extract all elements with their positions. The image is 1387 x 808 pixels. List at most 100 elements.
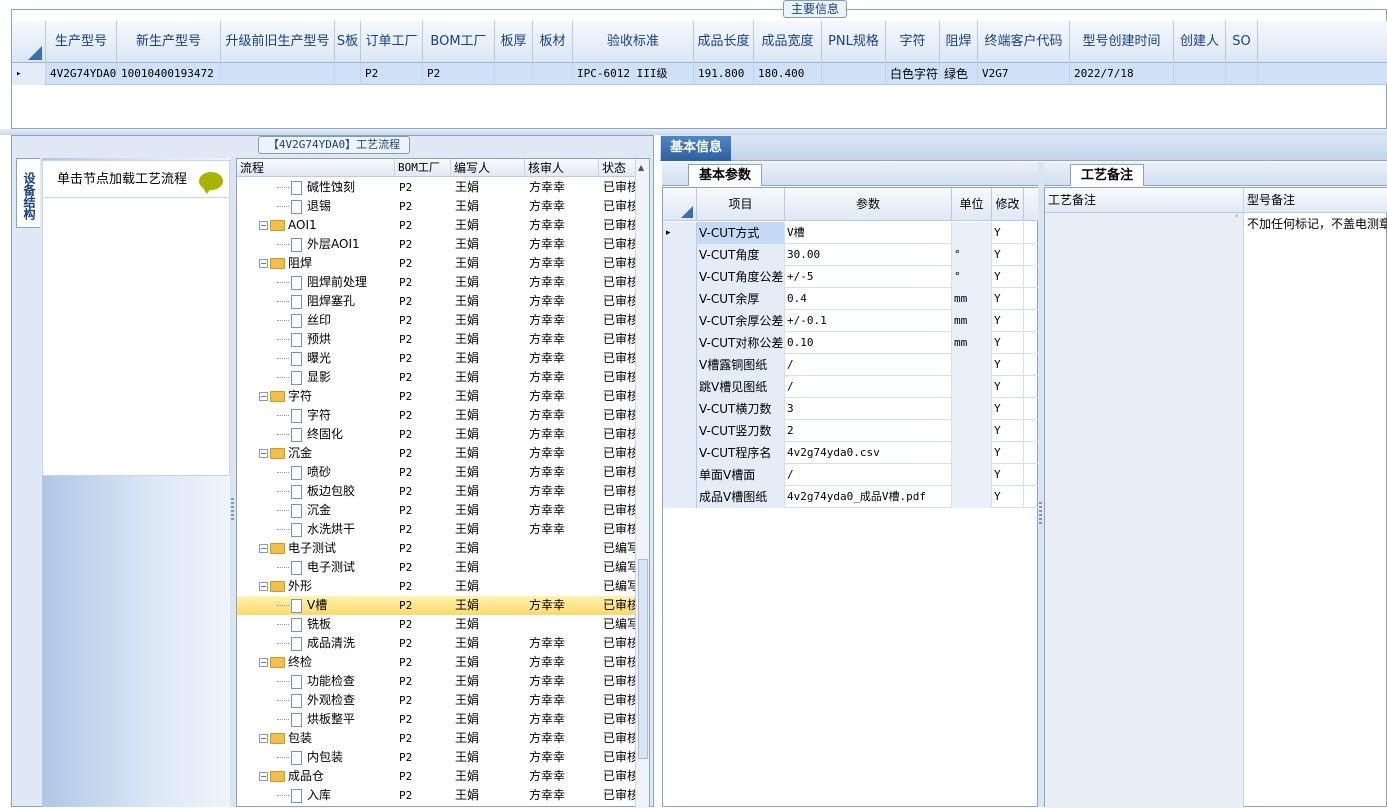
cell[interactable] [1226, 63, 1258, 85]
collapse-toggle-icon[interactable]: − [259, 259, 268, 268]
tree-node[interactable]: − 成品仓 [259, 767, 324, 786]
scroll-thumb[interactable] [638, 559, 648, 759]
param-cell-unit[interactable] [952, 222, 992, 244]
param-cell-param[interactable]: 4v2g74yda0_成品V槽.pdf [785, 486, 952, 508]
tree-row[interactable]: 水洗烘干 P2 王娟 方幸幸 已审核 [237, 520, 637, 539]
param-cell-unit[interactable] [952, 376, 992, 398]
col-header[interactable]: BOM工厂 [423, 21, 495, 63]
tree-node[interactable]: 终固化 [277, 425, 343, 444]
tree-col-header[interactable]: 流程 [237, 159, 395, 177]
row-indicator[interactable] [663, 288, 697, 310]
col-header[interactable]: 型号创建时间 [1070, 21, 1174, 63]
tree-node[interactable]: V槽 [277, 596, 327, 615]
tree-group-row[interactable]: − AOI1 P2 王娟 方幸幸 已审核 [237, 216, 637, 235]
param-cell-mod[interactable]: Y [992, 244, 1024, 266]
param-row[interactable]: V-CUT横刀数 3 Y [663, 398, 1039, 420]
cell[interactable]: V2G7 [978, 63, 1070, 85]
param-cell-unit[interactable] [952, 398, 992, 420]
tree-row[interactable]: 退锡 P2 王娟 方幸幸 已审核 [237, 197, 637, 216]
tree-row[interactable]: 阻焊前处理 P2 王娟 方幸幸 已审核 [237, 273, 637, 292]
param-cell-unit[interactable] [952, 354, 992, 376]
row-indicator[interactable] [663, 266, 697, 288]
process-note-cell[interactable]: ˄ [1045, 213, 1244, 808]
param-cell-item[interactable]: V-CUT余厚 [697, 288, 785, 310]
param-cell-param[interactable]: 4v2g74yda0.csv [785, 442, 952, 464]
param-cell-item[interactable]: V-CUT对称公差 [697, 332, 785, 354]
param-cell-unit[interactable]: ° [952, 266, 992, 288]
tree-group-row[interactable]: − 阻焊 P2 王娟 方幸幸 已审核 [237, 254, 637, 273]
cell[interactable]: 10010400193472 [117, 63, 221, 85]
col-header[interactable]: 阻焊 [940, 21, 978, 63]
param-row[interactable]: 跳V槽见图纸 / Y [663, 376, 1039, 398]
collapse-toggle-icon[interactable]: − [259, 449, 268, 458]
row-indicator[interactable] [663, 464, 697, 486]
tree-group-row[interactable]: − 沉金 P2 王娟 方幸幸 已审核 [237, 444, 637, 463]
cell[interactable]: 191.800 [694, 63, 754, 85]
tree-node[interactable]: 阻焊前处理 [277, 273, 367, 292]
param-cell-unit[interactable] [952, 442, 992, 464]
row-indicator[interactable] [663, 376, 697, 398]
param-cell-unit[interactable] [952, 464, 992, 486]
tree-row[interactable]: 喷砂 P2 王娟 方幸幸 已审核 [237, 463, 637, 482]
tab-process-notes[interactable]: 工艺备注 [1070, 164, 1144, 186]
param-cell-param[interactable]: / [785, 464, 952, 486]
tree-row[interactable]: 内包装 P2 王娟 方幸幸 已审核 [237, 748, 637, 767]
param-cell-item[interactable]: V-CUT余厚公差 [697, 310, 785, 332]
param-row[interactable]: V-CUT角度 30.00 ° Y [663, 244, 1039, 266]
tree-node[interactable]: 显影 [277, 368, 331, 387]
param-row[interactable]: 单面V槽面 / Y [663, 464, 1039, 486]
param-row[interactable]: 成品V槽图纸 4v2g74yda0_成品V槽.pdf Y [663, 486, 1039, 508]
param-cell-item[interactable]: V-CUT角度 [697, 244, 785, 266]
param-cell-item[interactable]: V-CUT竖刀数 [697, 420, 785, 442]
collapse-toggle-icon[interactable]: − [259, 734, 268, 743]
tree-col-header[interactable]: BOM工厂 [395, 159, 451, 177]
tree-node[interactable]: 预烘 [277, 330, 331, 349]
select-all-corner[interactable] [12, 21, 46, 63]
param-row[interactable]: V槽露铜图纸 / Y [663, 354, 1039, 376]
cell[interactable]: 绿色 [940, 63, 978, 85]
tree-row[interactable]: 丝印 P2 王娟 方幸幸 已审核 [237, 311, 637, 330]
tree-group-row[interactable]: − 成品仓 P2 王娟 方幸幸 已审核 [237, 767, 637, 786]
cell[interactable] [221, 63, 335, 85]
param-row[interactable]: V-CUT余厚公差 +/-0.1 mm Y [663, 310, 1039, 332]
tree-row[interactable]: 电子测试 P2 王娟 已编写 [237, 558, 637, 577]
model-note-cell[interactable]: 不加任何标记，不盖电测章 [1245, 213, 1387, 235]
tree-node[interactable]: 功能检查 [277, 672, 355, 691]
col-header[interactable]: 创建人 [1174, 21, 1226, 63]
equipment-structure-tab[interactable]: 设备结构 [16, 158, 40, 228]
tree-node[interactable]: 丝印 [277, 311, 331, 330]
tree-group-row[interactable]: − 外形 P2 王娟 已编写 [237, 577, 637, 596]
col-header[interactable]: 板材 [533, 21, 573, 63]
param-cell-item[interactable]: V-CUT方式 [697, 222, 785, 244]
tree-node[interactable]: − 电子测试 [259, 539, 336, 558]
row-indicator[interactable] [663, 398, 697, 420]
cell[interactable]: 白色字符 [886, 63, 940, 85]
param-row[interactable]: V-CUT竖刀数 2 Y [663, 420, 1039, 442]
row-indicator[interactable] [663, 486, 697, 508]
main-info-row[interactable]: ▸ 4V2G74YDA0 10010400193472 P2 P2 IPC-60… [12, 63, 1387, 85]
param-cell-unit[interactable]: mm [952, 288, 992, 310]
param-cell-item[interactable]: V-CUT横刀数 [697, 398, 785, 420]
select-all-corner[interactable] [663, 188, 697, 221]
cell[interactable] [1174, 63, 1226, 85]
tree-group-row[interactable]: − 包装 P2 王娟 方幸幸 已审核 [237, 729, 637, 748]
tree-group-row[interactable]: − 字符 P2 王娟 方幸幸 已审核 [237, 387, 637, 406]
row-indicator[interactable] [663, 354, 697, 376]
tree-node[interactable]: − 外形 [259, 577, 312, 596]
param-cell-mod[interactable]: Y [992, 310, 1024, 332]
param-cell-item[interactable]: 单面V槽面 [697, 464, 785, 486]
param-cell-param[interactable]: / [785, 354, 952, 376]
tree-node[interactable]: − 字符 [259, 387, 312, 406]
param-cell-mod[interactable]: Y [992, 486, 1024, 508]
param-cell-mod[interactable]: Y [992, 420, 1024, 442]
param-row[interactable]: V-CUT程序名 4v2g74yda0.csv Y [663, 442, 1039, 464]
cell[interactable] [533, 63, 573, 85]
col-header[interactable]: S板 [335, 21, 361, 63]
tree-node[interactable]: 铣板 [277, 615, 331, 634]
row-indicator[interactable] [663, 332, 697, 354]
param-cell-mod[interactable]: Y [992, 288, 1024, 310]
col-header[interactable]: 终端客户代码 [978, 21, 1070, 63]
param-cell-mod[interactable]: Y [992, 222, 1024, 244]
param-cell-mod[interactable]: Y [992, 398, 1024, 420]
tree-row[interactable]: 碱性蚀刻 P2 王娟 方幸幸 已审核 [237, 178, 637, 197]
